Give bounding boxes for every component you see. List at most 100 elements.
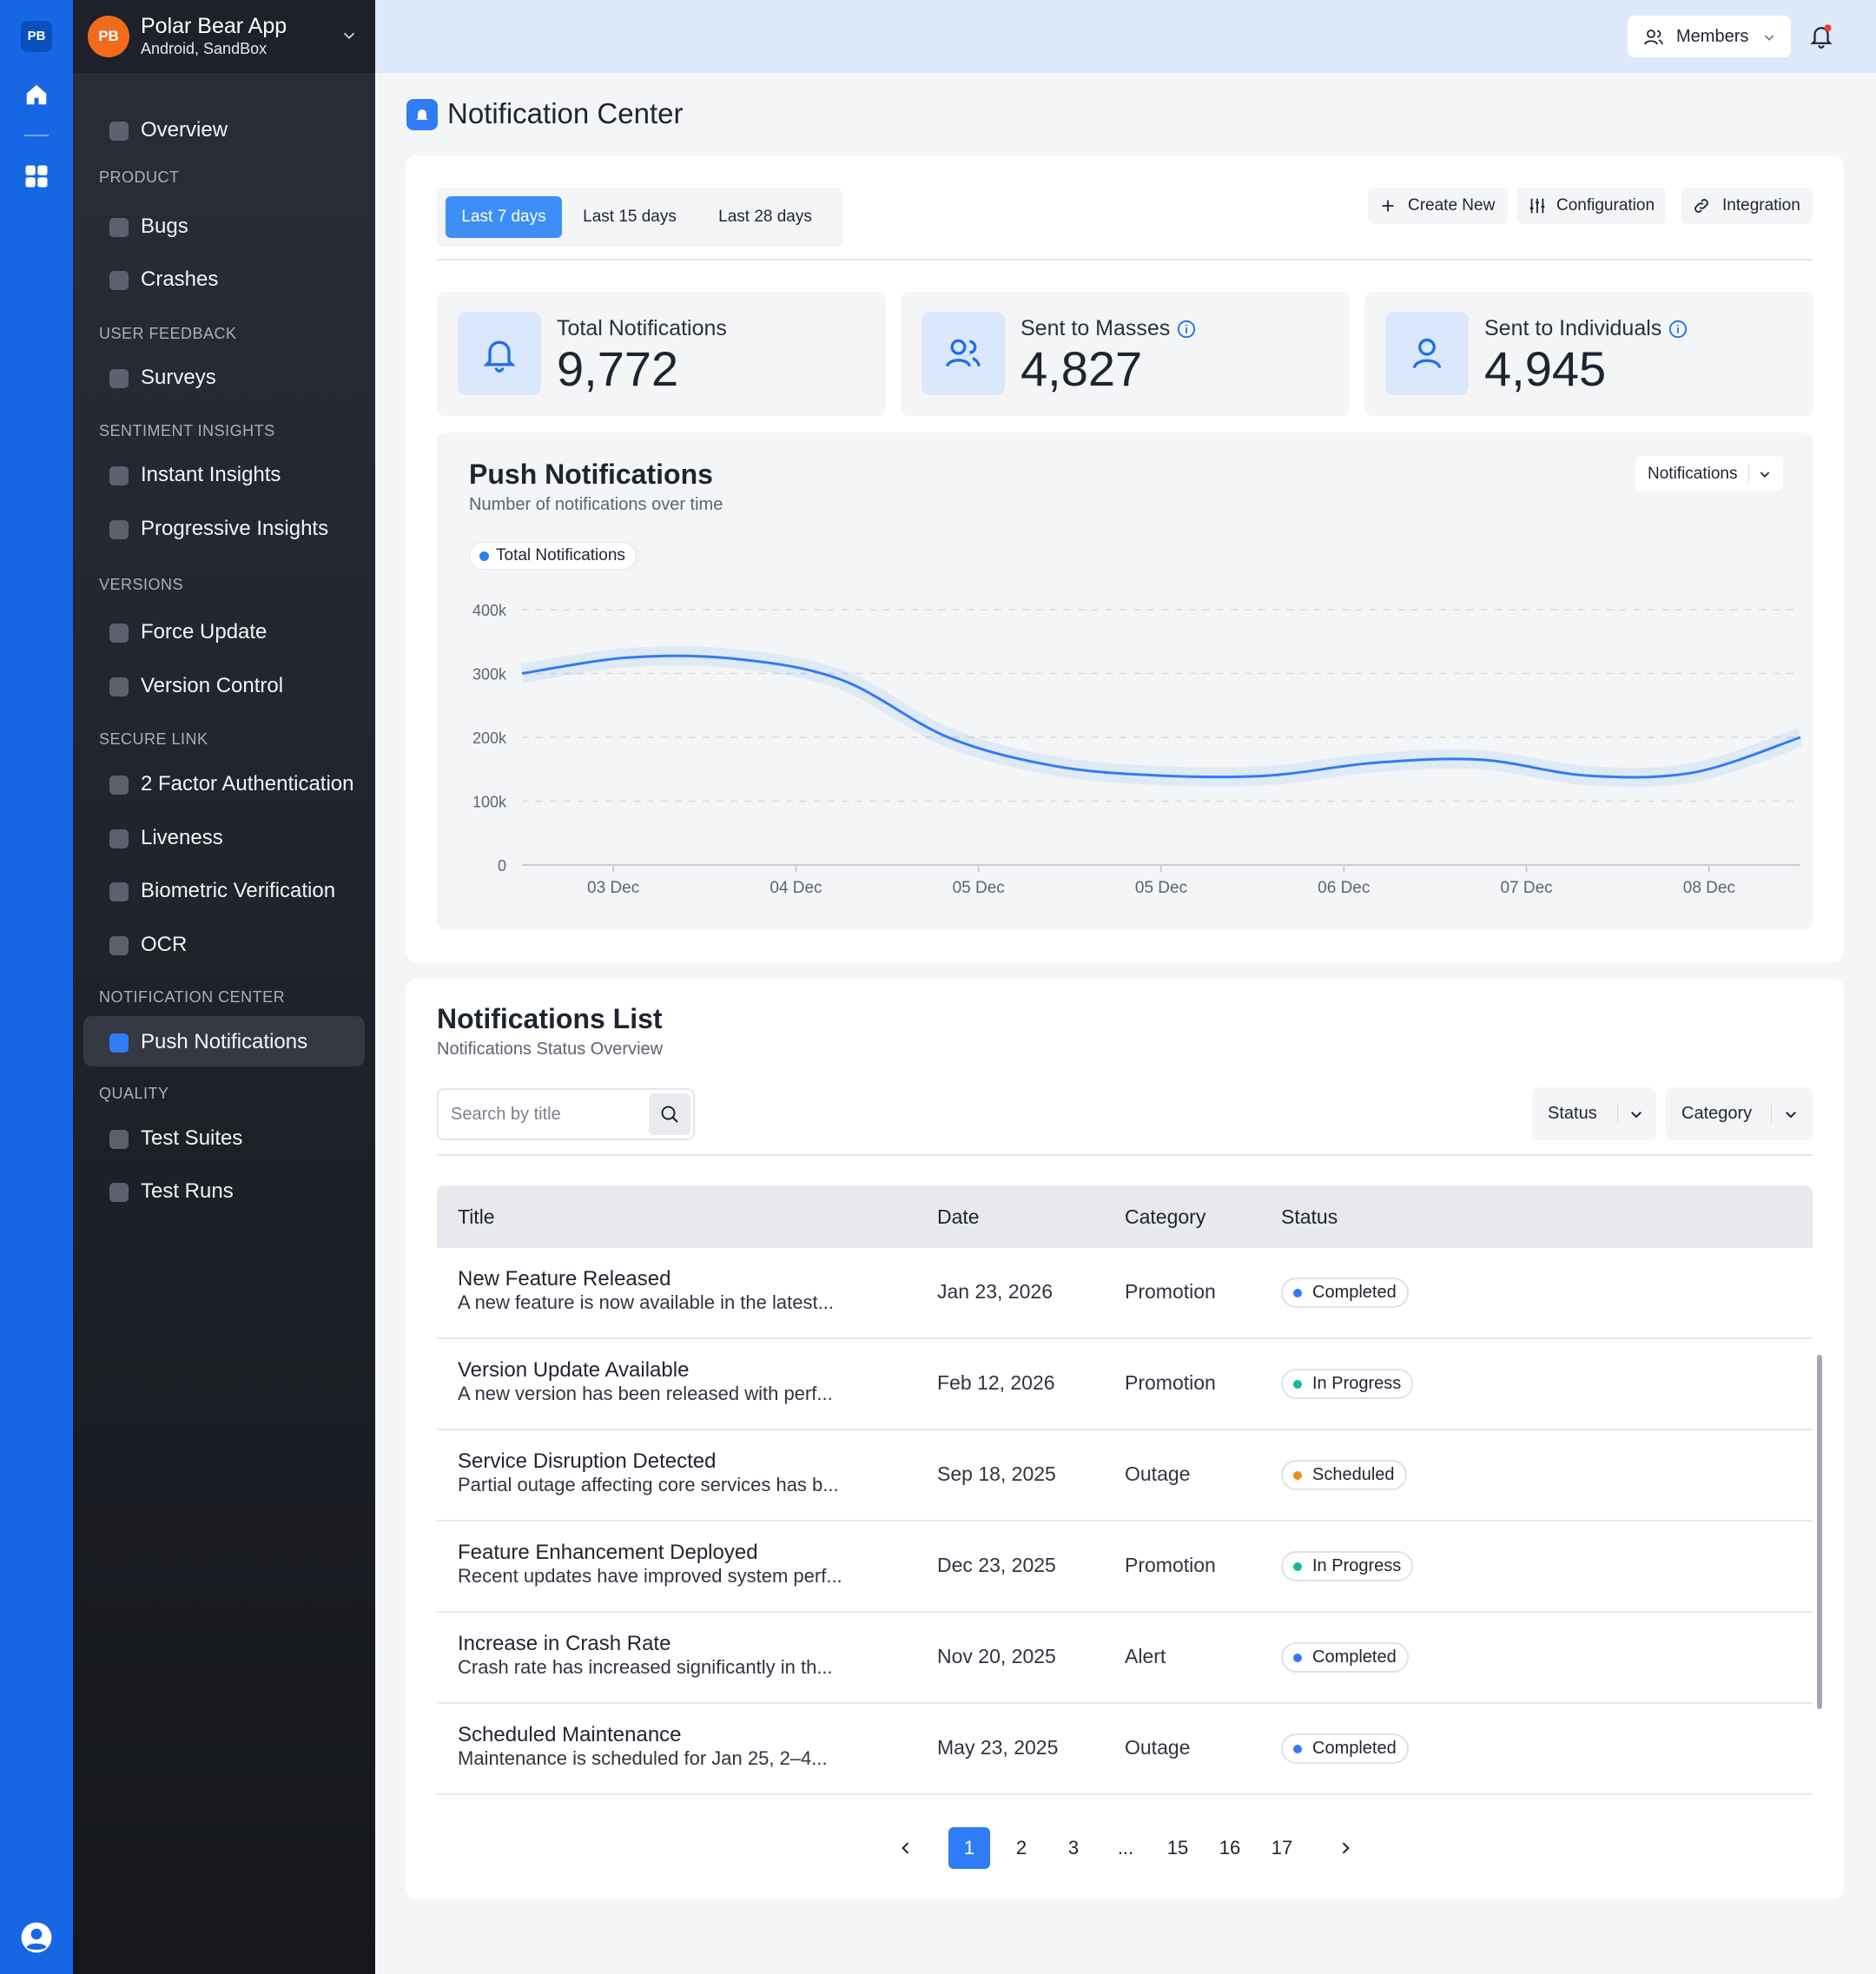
- sidebar-item-ocr[interactable]: OCR: [83, 919, 365, 969]
- bell-icon: [483, 340, 516, 373]
- sidebar-item-biometric[interactable]: Biometric Verification: [83, 865, 365, 915]
- status-label: In Progress: [1312, 1374, 1402, 1393]
- sidebar-item-overview[interactable]: Overview: [83, 104, 365, 155]
- page-3[interactable]: 3: [1053, 1827, 1094, 1869]
- row-title: Service Disruption Detected: [458, 1449, 717, 1473]
- table-header: Title Date Category Status: [437, 1185, 1813, 1248]
- stat-label: Sent to Individuals: [1484, 316, 1662, 340]
- chevron-left-icon: [902, 1842, 909, 1854]
- grid-icon[interactable]: [23, 163, 50, 189]
- sidebar-item-label: Test Runs: [141, 1179, 234, 1203]
- table-scrollbar[interactable]: [1817, 1355, 1822, 1709]
- search-box: [437, 1088, 695, 1140]
- overview-icon: [109, 122, 129, 141]
- integration-label: Integration: [1722, 196, 1800, 215]
- app-avatar: PB: [88, 16, 129, 57]
- page-16[interactable]: 16: [1209, 1827, 1251, 1869]
- chevron-down-icon[interactable]: [340, 26, 359, 45]
- sidebar-item-liveness[interactable]: Liveness: [83, 812, 365, 862]
- sidebar-item-bugs[interactable]: Bugs: [83, 201, 365, 251]
- table-row[interactable]: Increase in Crash Rate Crash rate has in…: [437, 1613, 1813, 1704]
- page-15[interactable]: 15: [1157, 1827, 1199, 1869]
- bell-icon[interactable]: [1808, 23, 1834, 49]
- sidebar-item-crashes[interactable]: Crashes: [83, 254, 365, 304]
- sidebar-section-sentiment: SENTIMENT INSIGHTS: [99, 422, 275, 439]
- row-title: Feature Enhancement Deployed: [458, 1541, 758, 1564]
- row-date: Jan 23, 2026: [937, 1280, 1054, 1303]
- page-1[interactable]: 1: [948, 1827, 990, 1869]
- column-title[interactable]: Title: [458, 1205, 495, 1229]
- next-page-button[interactable]: [1324, 1827, 1366, 1869]
- table-row[interactable]: Feature Enhancement Deployed Recent upda…: [437, 1522, 1813, 1613]
- status-label: Completed: [1312, 1647, 1397, 1667]
- create-new-button[interactable]: Create New: [1368, 188, 1508, 224]
- sidebar-item-test-runs[interactable]: Test Runs: [83, 1165, 365, 1216]
- members-dropdown[interactable]: Members: [1628, 16, 1791, 57]
- stat-value: 4,945: [1484, 341, 1607, 396]
- crash-icon: [109, 271, 129, 290]
- status-label: Completed: [1312, 1739, 1397, 1758]
- face-scan-icon: [109, 829, 129, 848]
- sidebar-section-secure-link: SECURE LINK: [99, 730, 208, 748]
- notifications-list-card: Notifications List Notifications Status …: [406, 979, 1844, 1899]
- status-label: In Progress: [1312, 1556, 1402, 1575]
- status-dot: [1293, 1654, 1302, 1662]
- status-dot: [1293, 1562, 1302, 1571]
- sidebar-item-surveys[interactable]: Surveys: [83, 352, 365, 402]
- search-input[interactable]: [451, 1102, 642, 1126]
- table-row[interactable]: Service Disruption Detected Partial outa…: [437, 1430, 1813, 1522]
- integration-button[interactable]: Integration: [1681, 188, 1813, 224]
- link-icon: [1694, 199, 1708, 213]
- search-button[interactable]: [649, 1093, 690, 1135]
- x-tick-label: 06 Dec: [1318, 879, 1370, 897]
- y-tick-label: 400k: [472, 602, 507, 619]
- app-name: Polar Bear App: [141, 14, 287, 38]
- sidebar-item-version-control[interactable]: Version Control: [83, 660, 365, 710]
- sidebar-item-label: Surveys: [141, 366, 216, 389]
- sidebar-item-instant-insights[interactable]: Instant Insights: [83, 449, 365, 499]
- range-last-7-days[interactable]: Last 7 days: [446, 196, 562, 238]
- sidebar-item-label: Instant Insights: [141, 463, 281, 486]
- sidebar-section-product: PRODUCT: [99, 168, 180, 186]
- configuration-button[interactable]: Configuration: [1517, 188, 1666, 224]
- info-icon[interactable]: [1668, 320, 1688, 339]
- info-icon[interactable]: [1177, 320, 1196, 339]
- table-row[interactable]: Scheduled Maintenance Maintenance is sch…: [437, 1704, 1813, 1795]
- status-badge: In Progress: [1281, 1369, 1414, 1399]
- home-icon[interactable]: [23, 82, 50, 108]
- prev-page-button[interactable]: [885, 1827, 927, 1869]
- chevron-down-icon: [1786, 1112, 1796, 1119]
- sidebar-item-test-suites[interactable]: Test Suites: [83, 1112, 365, 1163]
- page-ellipsis: ...: [1117, 1837, 1134, 1858]
- range-last-15-days[interactable]: Last 15 days: [571, 196, 689, 238]
- app-switcher[interactable]: PB Polar Bear App Android, SandBox: [73, 0, 375, 73]
- row-date: Sep 18, 2025: [937, 1462, 1056, 1485]
- overview-card: Last 7 days Last 15 days Last 28 days Cr…: [406, 155, 1844, 962]
- status-label: Scheduled: [1312, 1465, 1395, 1484]
- sidebar-item-push-notifications[interactable]: Push Notifications: [83, 1016, 365, 1066]
- column-status[interactable]: Status: [1281, 1205, 1338, 1229]
- table-row[interactable]: Version Update Available A new version h…: [437, 1339, 1813, 1430]
- push-notifications-chart: Push Notifications Number of notificatio…: [437, 432, 1813, 929]
- chevron-right-icon: [1342, 1842, 1350, 1854]
- stat-label: Total Notifications: [557, 316, 727, 340]
- column-category[interactable]: Category: [1125, 1205, 1206, 1229]
- category-filter[interactable]: Category: [1666, 1087, 1813, 1140]
- sidebar-item-progressive-insights[interactable]: Progressive Insights: [83, 503, 365, 553]
- range-last-28-days[interactable]: Last 28 days: [696, 196, 835, 238]
- workspace-logo[interactable]: PB: [21, 21, 52, 52]
- column-date[interactable]: Date: [937, 1205, 980, 1229]
- header-divider: [437, 259, 1813, 261]
- x-tick-label: 08 Dec: [1683, 879, 1735, 897]
- filter-divider: [437, 1154, 1813, 1156]
- status-filter[interactable]: Status: [1532, 1087, 1656, 1140]
- shield-icon: [109, 1130, 129, 1149]
- table-row[interactable]: New Feature Released A new feature is no…: [437, 1248, 1813, 1339]
- page-2[interactable]: 2: [1001, 1827, 1042, 1869]
- x-tick-label: 07 Dec: [1500, 879, 1552, 897]
- status-badge: Completed: [1281, 1733, 1409, 1764]
- user-circle-icon[interactable]: [20, 1921, 53, 1954]
- sidebar-item-2fa[interactable]: 2 Factor Authentication: [83, 758, 365, 809]
- page-17[interactable]: 17: [1261, 1827, 1303, 1869]
- sidebar-item-force-update[interactable]: Force Update: [83, 606, 365, 657]
